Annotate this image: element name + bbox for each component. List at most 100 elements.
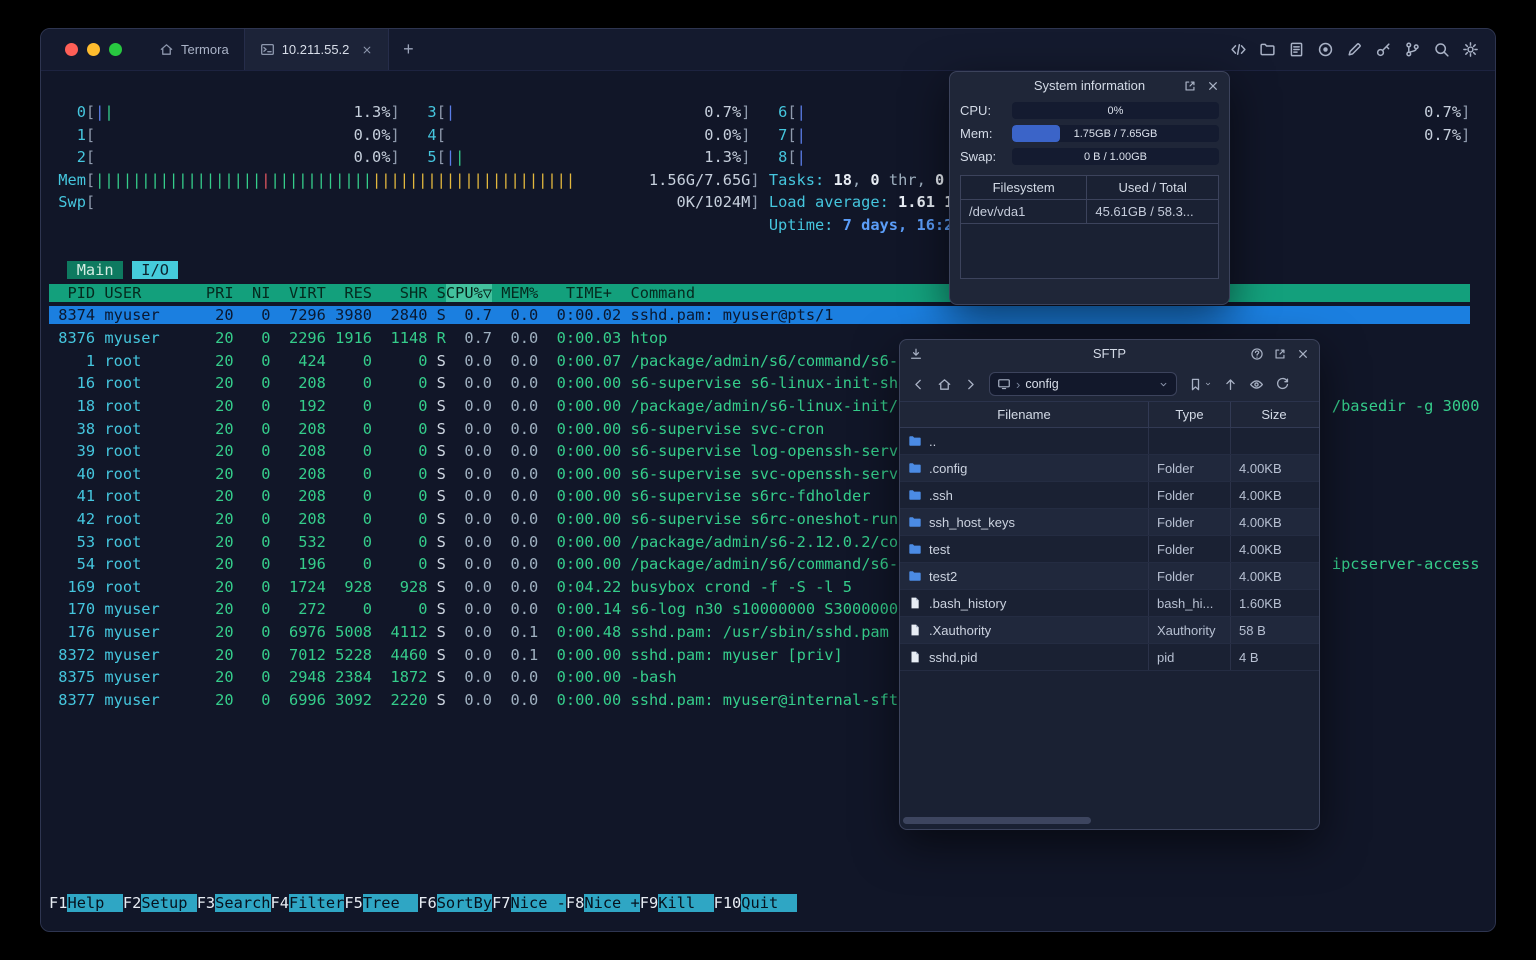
back-icon[interactable] [908, 374, 929, 395]
file-type [1149, 428, 1231, 454]
sftp-file-row[interactable]: .Xauthority Xauthority 58 B [900, 617, 1319, 644]
file-size: 4.00KB [1239, 541, 1282, 557]
fkey-tree[interactable]: Tree [362, 894, 419, 913]
cpu-meter-row: 1[ 0.0%] 4[ 0.0%] 7[| 0.7%] [58, 125, 1471, 144]
close-panel-icon[interactable] [1206, 79, 1220, 93]
tab-session[interactable]: 10.211.55.2 [243, 29, 390, 70]
memory-meter-row: Mem[||||||||||||||||||||||||||||||||||||… [58, 170, 945, 189]
file-size: 4 B [1239, 649, 1259, 665]
traffic-lights [41, 29, 144, 70]
panel-titlebar: System information [950, 72, 1229, 99]
pencil-icon[interactable] [1344, 39, 1365, 60]
process-table-header[interactable]: PID USER PRI NI VIRT RES SHR SCPU%▽ MEM%… [49, 282, 1480, 305]
folder-icon [908, 488, 922, 502]
metric-value: 1.75GB / 7.65GB [1073, 127, 1158, 140]
file-column-header[interactable]: Filename [900, 402, 1149, 427]
htop-tab-main[interactable]: Main [67, 261, 123, 280]
fkey-search[interactable]: Search [215, 894, 271, 913]
minimize-window-button[interactable] [87, 43, 100, 56]
file-column-header[interactable]: Size [1231, 402, 1317, 427]
new-tab-button[interactable]: + [389, 29, 427, 70]
home-icon[interactable] [934, 374, 955, 395]
fs-row[interactable]: /dev/vda1 45.61GB / 58.3... [961, 200, 1218, 224]
file-name: ssh_host_keys [929, 514, 1015, 530]
metric-value: 0% [1107, 104, 1124, 117]
system-metric-row: CPU: 0% [950, 99, 1229, 122]
htop-tab-io[interactable]: I/O [132, 261, 179, 280]
zoom-window-button[interactable] [109, 43, 122, 56]
fs-cell: 45.61GB / 58.3... [1086, 200, 1218, 224]
htop-tab-row: Main I/O [49, 259, 1480, 282]
bookmark-button[interactable] [1185, 374, 1215, 395]
column-header: VIRT [270, 283, 326, 302]
fkey-sortby[interactable]: SortBy [436, 894, 493, 913]
settings-icon[interactable] [1460, 39, 1481, 60]
file-type: Folder [1149, 509, 1231, 535]
terminal-icon [260, 42, 275, 57]
folder-icon [908, 461, 922, 475]
column-header: RES [325, 283, 373, 302]
download-icon[interactable] [909, 347, 923, 361]
file-list-header[interactable]: Filename Type Size [900, 402, 1319, 428]
close-tab-icon[interactable] [361, 44, 373, 56]
show-hidden-files-icon[interactable] [1246, 374, 1267, 395]
function-key-bar: F1Help F2Setup F3SearchF4FilterF5Tree F6… [49, 894, 797, 913]
fkey-filter[interactable]: Filter [289, 894, 345, 913]
breadcrumb-separator: › [1016, 376, 1021, 392]
file-name: .ssh [929, 487, 953, 503]
fkey-nice-[interactable]: Nice + [584, 894, 640, 913]
key-icon[interactable] [1373, 39, 1394, 60]
sftp-file-row[interactable]: .ssh Folder 4.00KB [900, 482, 1319, 509]
column-header: PID [49, 283, 96, 302]
spacer-row [49, 870, 1480, 893]
file-type: Folder [1149, 455, 1231, 481]
code-icon[interactable] [1228, 39, 1249, 60]
panel-titlebar: SFTP [900, 340, 1319, 367]
log-icon[interactable] [1286, 39, 1307, 60]
column-header [95, 283, 105, 302]
sftp-file-row[interactable]: test2 Folder 4.00KB [900, 563, 1319, 590]
open-in-new-window-icon[interactable] [1273, 347, 1287, 361]
forward-icon[interactable] [960, 374, 981, 395]
refresh-icon[interactable] [1272, 374, 1293, 395]
help-icon[interactable] [1250, 347, 1264, 361]
sftp-file-row[interactable]: .config Folder 4.00KB [900, 455, 1319, 482]
file-column-header[interactable]: Type [1149, 402, 1231, 427]
sftp-file-row[interactable]: ssh_host_keys Folder 4.00KB [900, 509, 1319, 536]
search-icon[interactable] [1431, 39, 1452, 60]
path-breadcrumb[interactable]: › config [989, 372, 1177, 396]
process-row[interactable]: 8374 myuser 20 0 7296 3980 2840 S 0.7 0.… [49, 304, 1480, 327]
filesystem-table: Filesystem Used / Total/dev/vda1 45.61GB /… [960, 175, 1219, 279]
fkey-help[interactable]: Help [67, 894, 123, 913]
fkey-quit[interactable]: Quit [741, 894, 797, 913]
close-window-button[interactable] [65, 43, 78, 56]
tab-termora[interactable]: Termora [144, 29, 244, 70]
fkey-kill[interactable]: Kill [658, 894, 714, 913]
folder-icon[interactable] [1257, 39, 1278, 60]
file-size: 4.00KB [1239, 568, 1282, 584]
metric-progress-bar: 0% [1012, 102, 1219, 119]
sftp-file-row[interactable]: .. [900, 428, 1319, 455]
branch-icon[interactable] [1402, 39, 1423, 60]
file-size: 4.00KB [1239, 487, 1282, 503]
chevron-down-icon[interactable] [1158, 379, 1169, 390]
sftp-file-row[interactable]: test Folder 4.00KB [900, 536, 1319, 563]
parent-directory-icon[interactable] [1220, 374, 1241, 395]
cpu-meter-row: 0[|| 1.3%] 3[| 0.7%] 6[| 0.7%] [58, 103, 1471, 121]
fs-cell: /dev/vda1 [961, 200, 1087, 224]
horizontal-scrollbar[interactable] [903, 817, 1316, 826]
record-icon[interactable] [1315, 39, 1336, 60]
column-header: S [427, 283, 446, 302]
file-name: .bash_history [929, 595, 1007, 611]
open-in-new-window-icon[interactable] [1183, 79, 1197, 93]
scrollbar-thumb[interactable] [903, 817, 1091, 824]
tab-label: Termora [181, 42, 229, 57]
computer-icon [997, 377, 1011, 391]
fkey-nice-[interactable]: Nice - [510, 894, 566, 913]
spacer-row [49, 237, 1480, 260]
sftp-file-row[interactable]: .bash_history bash_hi... 1.60KB [900, 590, 1319, 617]
close-panel-icon[interactable] [1296, 347, 1310, 361]
column-header: TIME+ [538, 283, 622, 302]
fkey-setup[interactable]: Setup [141, 894, 197, 913]
sftp-file-row[interactable]: sshd.pid pid 4 B [900, 644, 1319, 671]
